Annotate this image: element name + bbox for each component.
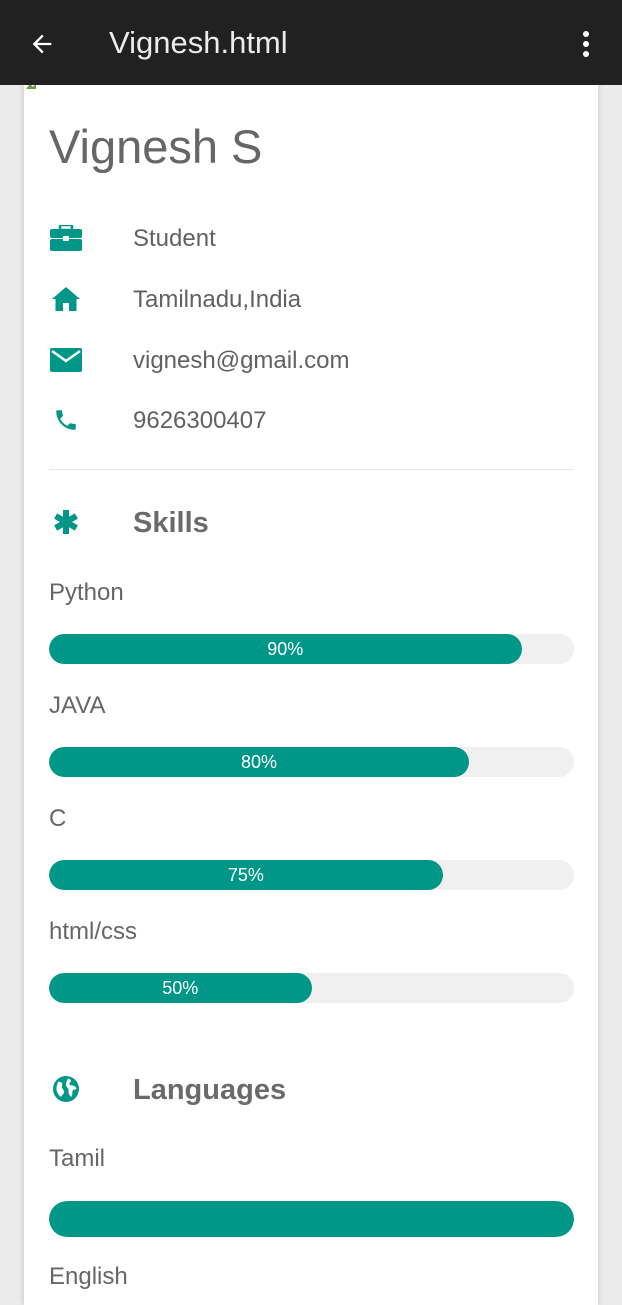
languages-title: Languages: [133, 1074, 287, 1106]
skills-title: Skills: [133, 507, 209, 539]
language-bar: [49, 1201, 574, 1237]
profile-card: Vignesh S Student Tamilnadu,India vignes…: [24, 85, 598, 1305]
overflow-menu-button[interactable]: [564, 22, 608, 66]
skill-label: JAVA: [49, 692, 106, 719]
languages-heading: Languages: [49, 1069, 569, 1109]
skill-bar-fill: 80%: [49, 747, 469, 777]
app-toolbar: Vignesh.html: [0, 0, 622, 85]
email-text[interactable]: vignesh@gmail.com: [133, 347, 349, 375]
page-title: Vignesh.html: [109, 25, 288, 60]
skill-bar: 75%: [49, 860, 574, 890]
profile-name: Vignesh S: [49, 120, 263, 173]
globe-icon: [49, 1073, 83, 1105]
skill-bar: 50%: [49, 973, 574, 1003]
skill-bar-fill: 90%: [49, 634, 522, 664]
envelope-icon: [49, 346, 83, 374]
home-icon: [49, 285, 83, 313]
occupation-text: Student: [133, 225, 216, 252]
skill-bar: 80%: [49, 747, 574, 777]
location-text: Tamilnadu,India: [133, 286, 302, 313]
skill-label: html/css: [49, 918, 138, 945]
skill-label: Python: [49, 579, 124, 606]
skill-bar: 90%: [49, 634, 574, 664]
language-label: Tamil: [49, 1145, 106, 1172]
divider: [49, 469, 574, 470]
arrow-left-icon: [32, 34, 52, 54]
phone-icon: [49, 406, 83, 434]
language-label: English: [49, 1263, 128, 1290]
skill-bar-fill: 50%: [49, 973, 312, 1003]
broken-image-icon: [26, 85, 36, 89]
info-row-phone[interactable]: 9626300407: [49, 400, 569, 440]
phone-text[interactable]: 9626300407: [133, 407, 266, 435]
info-row-location: Tamilnadu,India: [49, 279, 569, 319]
skill-bar-fill: 75%: [49, 860, 443, 890]
info-row-occupation: Student: [49, 218, 569, 258]
language-bar-fill: [49, 1201, 574, 1237]
skill-label: C: [49, 805, 67, 832]
asterisk-icon: [49, 506, 83, 538]
back-button[interactable]: [20, 22, 64, 66]
info-row-email[interactable]: vignesh@gmail.com: [49, 340, 569, 380]
skills-heading: Skills: [49, 502, 569, 542]
more-vertical-icon: [583, 31, 589, 57]
briefcase-icon: [49, 224, 83, 252]
